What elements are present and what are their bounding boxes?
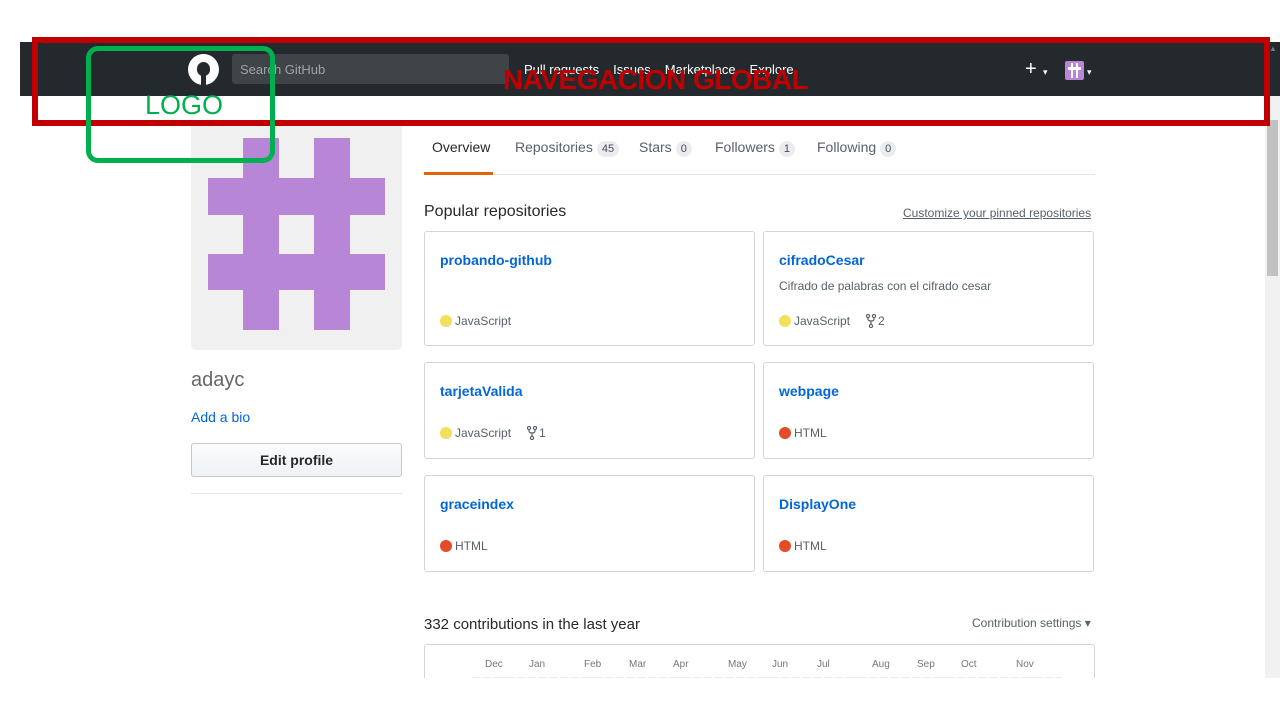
tab-label: Stars [639,139,672,155]
add-bio-link[interactable]: Add a bio [191,409,250,425]
repo-language: JavaScript [455,314,512,328]
language-color-icon [779,315,791,327]
repo-card: webpage HTML [763,362,1094,459]
repo-card: tarjetaValida JavaScript 1 [424,362,755,459]
repo-card: DisplayOne HTML [763,475,1094,572]
global-nav-annotation-label: NAVEGACION GLOBAL [503,64,809,95]
repo-card: cifradoCesar Cifrado de palabras con el c… [763,231,1094,346]
viewport-bottom [0,678,1280,720]
month-label: Apr [673,659,689,670]
repo-name-link[interactable]: DisplayOne [779,496,856,512]
profile-username: adayc [191,369,245,391]
tab-stars[interactable]: Stars 0 [639,139,692,157]
repo-card: probando-github JavaScript [424,231,755,346]
repo-meta: HTML [779,539,827,553]
tab-count: 1 [778,141,796,157]
page: Pull requests Issues Marketplace Explore… [0,0,1280,720]
repo-meta: JavaScript 1 [440,426,546,440]
tab-label: Repositories [515,139,593,155]
language-color-icon [779,427,791,439]
repo-language: HTML [794,426,827,440]
repo-forks[interactable]: 1 [527,426,546,440]
divider [191,493,402,494]
repo-card: graceindex HTML [424,475,755,572]
tab-followers[interactable]: Followers 1 [715,139,796,157]
logo-annotation-label: LOGO [145,90,224,120]
fork-count: 1 [539,426,546,440]
repo-name-link[interactable]: graceindex [440,496,514,512]
edit-profile-button[interactable]: Edit profile [191,443,402,477]
tab-label: Following [817,139,877,155]
fork-count: 2 [878,314,885,328]
month-label: Dec [485,659,503,670]
fork-icon [527,426,538,440]
fork-icon [866,314,877,328]
repo-language: HTML [794,539,827,553]
language-color-icon [440,540,452,552]
language-color-icon [779,540,791,552]
month-label: Mar [629,659,647,670]
month-label: Oct [961,659,977,670]
contribution-settings-dropdown[interactable]: Contribution settings ▾ [972,616,1091,630]
language-color-icon [440,315,452,327]
repo-language: JavaScript [794,314,851,328]
month-label: Feb [584,659,602,670]
popular-repos-title: Popular repositories [424,203,567,220]
repo-meta: HTML [440,539,488,553]
tab-count: 45 [596,141,620,157]
repo-meta: HTML [779,426,827,440]
profile-tabs: Overview Repositories 45 Stars 0 Followers… [424,130,1095,175]
month-label: Jul [817,659,830,670]
month-label: Jan [529,659,546,670]
month-label: Nov [1016,659,1034,670]
scroll-up-icon[interactable]: ▲ [1269,44,1277,53]
language-color-icon [440,427,452,439]
customize-pinned-link[interactable]: Customize your pinned repositories [903,206,1091,220]
tab-label: Overview [432,139,491,155]
tab-following[interactable]: Following 0 [817,139,897,157]
month-label: Jun [772,659,789,670]
tab-repositories[interactable]: Repositories 45 [515,139,620,157]
tab-label: Followers [715,139,775,155]
repo-forks[interactable]: 2 [866,314,885,328]
month-label: Aug [872,659,890,670]
repo-meta: JavaScript [440,314,511,328]
month-label: May [728,659,747,670]
repo-name-link[interactable]: webpage [779,383,839,399]
tab-overview[interactable]: Overview [432,139,490,155]
repo-language: HTML [455,539,488,553]
tab-count: 0 [880,141,897,157]
repo-description: Cifrado de palabras con el cifrado cesar [779,279,992,293]
scrollbar-thumb[interactable] [1267,120,1278,276]
active-tab-indicator [424,172,493,175]
contributions-title: 332 contributions in the last year [424,616,640,633]
repo-name-link[interactable]: probando-github [440,252,552,268]
tab-count: 0 [675,141,692,157]
month-label: Sep [917,659,935,670]
repo-name-link[interactable]: cifradoCesar [779,252,865,268]
repo-name-link[interactable]: tarjetaValida [440,383,523,399]
repo-language: JavaScript [455,426,512,440]
repo-meta: JavaScript 2 [779,314,885,328]
